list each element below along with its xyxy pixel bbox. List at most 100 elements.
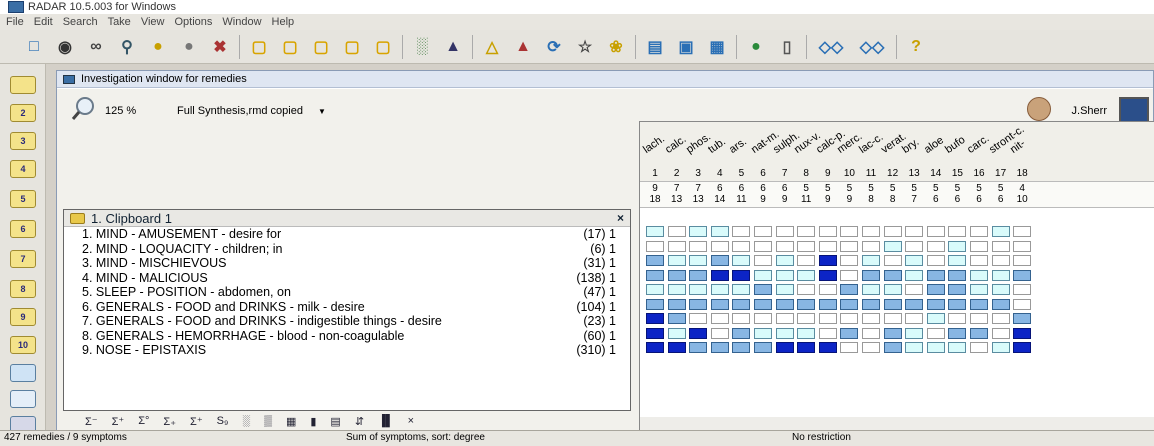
grade-cell[interactable] [840, 327, 859, 339]
grade-cell[interactable] [926, 269, 945, 281]
globe-icon[interactable]: ● [744, 35, 768, 59]
grade-cell[interactable] [797, 226, 816, 237]
grade-cell[interactable] [775, 240, 794, 252]
grade-cell[interactable] [948, 342, 967, 353]
grade-cell[interactable] [840, 313, 859, 324]
grade-cell[interactable] [646, 284, 664, 295]
grade-cell[interactable] [818, 240, 837, 252]
grade-cell[interactable] [970, 298, 988, 310]
symptom-row[interactable]: 8. GENERALS - HEMORRHAGE - blood - non-c… [64, 329, 630, 344]
grade-cell[interactable] [883, 284, 902, 295]
grade-cell[interactable] [991, 298, 1010, 310]
grade-cell[interactable] [754, 342, 772, 353]
grade-cell[interactable] [926, 255, 945, 266]
grade-cell[interactable] [840, 284, 859, 295]
remedy-group-icon[interactable]: ◇◇ [814, 35, 848, 59]
grade-cell[interactable] [667, 255, 686, 266]
grade-cell[interactable] [991, 240, 1010, 252]
grade-cell[interactable] [883, 313, 902, 324]
remedy-group-2-icon[interactable]: ◇◇ [855, 35, 889, 59]
help-bulb-icon[interactable]: ● [177, 35, 201, 59]
folder-3-icon[interactable]: ▢ [340, 35, 364, 59]
grade-cell[interactable] [689, 226, 708, 237]
grade-cell[interactable] [991, 255, 1010, 266]
grade-cell[interactable] [797, 298, 816, 310]
grade-cell[interactable] [991, 313, 1010, 324]
sum-weighted-icon[interactable]: Σ⁺ [190, 415, 203, 428]
clipboard-3-icon[interactable]: 3 [10, 132, 36, 150]
grade-cell[interactable] [862, 342, 880, 353]
grade-cell[interactable] [1013, 327, 1032, 339]
grade-cell[interactable] [710, 284, 729, 295]
grade-cell[interactable] [883, 342, 902, 353]
horizontal-scrollbar[interactable] [640, 417, 1154, 431]
grade-cell[interactable] [905, 313, 924, 324]
remedy-name[interactable]: bufo [944, 134, 968, 156]
grade-cell[interactable] [883, 240, 902, 252]
grade-cell[interactable] [710, 255, 729, 266]
symptom-row[interactable]: 6. GENERALS - FOOD and DRINKS - milk - d… [64, 300, 630, 315]
grade-cell[interactable] [818, 255, 837, 266]
grade-cell[interactable] [646, 298, 664, 310]
grade-cell[interactable] [775, 284, 794, 295]
binoculars-icon[interactable]: ◉ [53, 35, 77, 59]
grade-cell[interactable] [775, 255, 794, 266]
grade-cell[interactable] [667, 284, 686, 295]
link-icon[interactable]: ∞ [84, 35, 108, 59]
grade-cell[interactable] [797, 240, 816, 252]
grade-cell[interactable] [754, 298, 772, 310]
grade-cell[interactable] [797, 269, 816, 281]
grade-cell[interactable] [883, 226, 902, 237]
menu-options[interactable]: Options [174, 16, 212, 28]
grade-cell[interactable] [646, 327, 664, 339]
grade-cell[interactable] [926, 298, 945, 310]
grade-cell[interactable] [948, 327, 967, 339]
grade-cell[interactable] [862, 284, 880, 295]
grade-cell[interactable] [754, 255, 772, 266]
grade-cell[interactable] [732, 298, 751, 310]
grade-cell[interactable] [948, 269, 967, 281]
grade-cell[interactable] [667, 269, 686, 281]
cycle-icon[interactable]: ⟳ [542, 35, 566, 59]
grade-cell[interactable] [970, 255, 988, 266]
grade-cell[interactable] [818, 327, 837, 339]
grade-cell[interactable] [797, 327, 816, 339]
grade-cell[interactable] [732, 255, 751, 266]
hat-icon[interactable]: ▲ [511, 35, 535, 59]
symptom-row[interactable]: 1. MIND - AMUSEMENT - desire for (17) 1 [64, 227, 630, 242]
grade-cell[interactable] [710, 269, 729, 281]
grade-cell[interactable] [883, 298, 902, 310]
grade-cell[interactable] [862, 298, 880, 310]
grade-cell[interactable] [926, 240, 945, 252]
sum-kingdom-icon[interactable]: S₉ [217, 415, 229, 427]
grade-cell[interactable] [905, 327, 924, 339]
grade-cell[interactable] [710, 226, 729, 237]
menu-window[interactable]: Window [222, 16, 261, 28]
grade-cell[interactable] [862, 313, 880, 324]
grade-cell[interactable] [646, 342, 664, 353]
tag-icon[interactable] [10, 364, 36, 382]
open-folder-icon[interactable]: □ [22, 35, 46, 59]
grade-cell[interactable] [948, 313, 967, 324]
symptom-row[interactable]: 5. SLEEP - POSITION - abdomen, on (47) 1 [64, 285, 630, 300]
grade-cell[interactable] [797, 342, 816, 353]
grade-cell[interactable] [948, 255, 967, 266]
symptom-row[interactable]: 7. GENERALS - FOOD and DRINKS - indigest… [64, 314, 630, 329]
clipboard-9-icon[interactable]: 9 [10, 308, 36, 326]
grade-cell[interactable] [732, 226, 751, 237]
grade-cell[interactable] [905, 342, 924, 353]
menu-file[interactable]: File [6, 16, 24, 28]
grade-cell[interactable] [1013, 240, 1032, 252]
clipboard-10-icon[interactable]: 10 [10, 336, 36, 354]
grade-cell[interactable] [732, 327, 751, 339]
printer-icon[interactable]: ▯ [775, 35, 799, 59]
grade-cell[interactable] [710, 313, 729, 324]
grade-cell[interactable] [1013, 226, 1032, 237]
grade-cell[interactable] [710, 240, 729, 252]
grade-cell[interactable] [689, 240, 708, 252]
folder-1-icon[interactable]: ▢ [278, 35, 302, 59]
grade-cell[interactable] [646, 313, 664, 324]
grade-cell[interactable] [775, 313, 794, 324]
grade-cell[interactable] [689, 298, 708, 310]
grade-cell[interactable] [797, 255, 816, 266]
